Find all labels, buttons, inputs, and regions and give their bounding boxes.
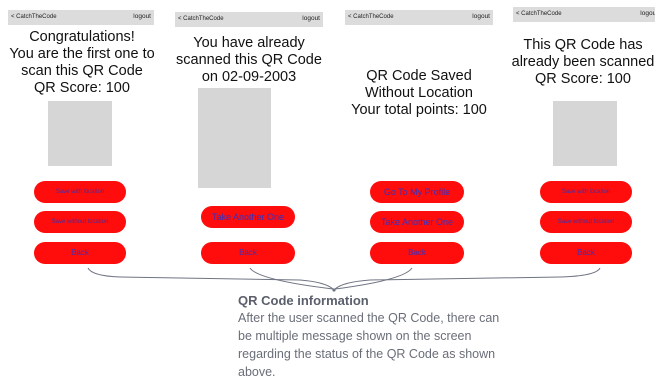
annotation-body: After the user scanned the QR Code, ther… xyxy=(238,311,500,379)
brace-link-screen-2 xyxy=(249,267,334,290)
annotation-title: QR Code information xyxy=(238,293,369,308)
brace-tip xyxy=(332,288,336,292)
brace-left-arm xyxy=(87,267,334,290)
brace-right-arm xyxy=(334,267,601,290)
brace-link-screen-3 xyxy=(334,267,413,290)
